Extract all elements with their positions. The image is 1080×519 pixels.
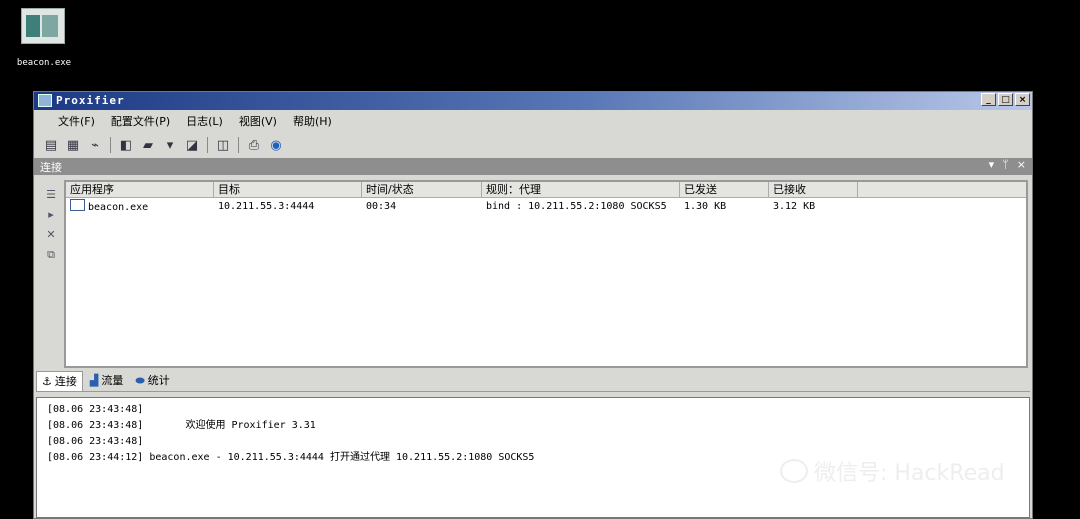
column-headers: 应用程序 目标 时间/状态 规则：代理 已发送 已接收 (66, 182, 1026, 198)
tab-label: 统计 (147, 374, 170, 387)
bottom-tabs: ⚓ 连接 ▟ 流量 ⬬ 统计 (36, 371, 1030, 392)
watermark-text: 微信号: HackRead (814, 461, 1005, 486)
column-header-received[interactable]: 已接收 (769, 182, 858, 197)
cell-app-text: beacon.exe (88, 202, 149, 213)
title-bar[interactable]: Proxifier _ □ × (34, 92, 1032, 110)
statistics-icon: ⬬ (135, 374, 145, 387)
cell-sent: 1.30 KB (684, 200, 727, 212)
tab-traffic[interactable]: ▟ 流量 (85, 371, 128, 391)
toolbar: ▤ ▦ ⌁ ◧ ▰ ▾ ◪ ◫ ⎙ ◉ (42, 134, 285, 156)
table-row[interactable]: beacon.exe 10.211.55.3:4444 00:34 bind :… (66, 198, 1026, 214)
exe-file-icon (21, 8, 65, 44)
menu-view[interactable]: 视图(V) (231, 112, 285, 132)
connections-tab-icon: ⚓ (42, 374, 52, 388)
open-profile-icon[interactable]: ▰ (139, 136, 157, 154)
tab-connections[interactable]: ⚓ 连接 (36, 371, 83, 391)
toolbar-separator (207, 137, 208, 153)
desktop-icon-label: beacon.exe (16, 58, 72, 68)
menu-help[interactable]: 帮助(H) (285, 112, 340, 132)
connections-panel-header: 连接 ▾ ᛘ × (34, 158, 1032, 175)
column-header-time[interactable]: 时间/状态 (362, 182, 482, 197)
toolbar-separator (110, 137, 111, 153)
panel-dropdown-icon[interactable]: ▾ (989, 158, 995, 171)
expand-arrow-icon[interactable]: ▸ (42, 208, 60, 222)
column-header-app[interactable]: 应用程序 (66, 182, 214, 197)
column-header-rule[interactable]: 规则：代理 (482, 182, 680, 197)
panel-close-icon[interactable]: × (1017, 158, 1026, 171)
cell-app: beacon.exe (66, 199, 214, 213)
application-icon (70, 199, 85, 211)
column-header-target[interactable]: 目标 (214, 182, 362, 197)
cell-target: 10.211.55.3:4444 (218, 200, 315, 212)
log-line: [08.06 23:43:48] (47, 404, 144, 415)
panel-title: 连接 (40, 161, 62, 174)
menu-bar: 文件(F) 配置文件(P) 日志(L) 视图(V) 帮助(H) (34, 112, 1032, 132)
print-icon[interactable]: ⎙ (245, 136, 263, 154)
panel-pin-icon[interactable]: ᛘ (1002, 158, 1009, 171)
kill-connection-icon[interactable]: ✕ (42, 228, 60, 242)
minimize-button[interactable]: _ (981, 93, 996, 106)
menu-file[interactable]: 文件(F) (50, 112, 103, 132)
tree-view-icon[interactable]: ☰ (42, 188, 60, 202)
maximize-button[interactable]: □ (998, 93, 1013, 106)
wechat-logo-icon (780, 459, 808, 483)
close-button[interactable]: × (1015, 93, 1030, 106)
column-header-sent[interactable]: 已发送 (680, 182, 769, 197)
window-title: Proxifier (56, 94, 125, 107)
copy-icon[interactable]: ⧉ (42, 248, 60, 262)
rules-icon[interactable]: ▦ (64, 136, 82, 154)
watermark: 微信号: HackRead (780, 455, 1005, 487)
save-profile-icon[interactable]: ◪ (183, 136, 201, 154)
side-toolbar: ☰ ▸ ✕ ⧉ (38, 182, 62, 367)
connections-list[interactable]: 应用程序 目标 时间/状态 规则：代理 已发送 已接收 beacon.exe 1… (64, 180, 1028, 368)
menu-log[interactable]: 日志(L) (178, 112, 231, 132)
help-icon[interactable]: ◉ (267, 136, 285, 154)
desktop-icon-beacon[interactable]: beacon.exe (12, 8, 76, 68)
traffic-chart-icon: ▟ (89, 374, 99, 387)
open-profile-dropdown-icon[interactable]: ▾ (161, 136, 179, 154)
cell-received: 3.12 KB (773, 200, 816, 212)
log-line: [08.06 23:43:48] (47, 436, 144, 447)
toolbar-separator (238, 137, 239, 153)
new-profile-icon[interactable]: ◧ (117, 136, 135, 154)
cell-time: 00:34 (366, 200, 397, 212)
options-icon[interactable]: ◫ (214, 136, 232, 154)
menu-profile[interactable]: 配置文件(P) (103, 112, 178, 132)
cell-rule: bind : 10.211.55.2:1080 SOCKS5 (486, 200, 667, 212)
tab-statistics[interactable]: ⬬ 统计 (130, 371, 174, 391)
tab-label: 流量 (101, 374, 124, 387)
resolve-icon[interactable]: ⌁ (86, 136, 104, 154)
proxifier-app-icon (38, 94, 52, 107)
log-line: [08.06 23:43:48] 欢迎使用 Proxifier 3.31 (47, 420, 316, 431)
tab-label: 连接 (54, 374, 77, 388)
proxy-servers-icon[interactable]: ▤ (42, 136, 60, 154)
